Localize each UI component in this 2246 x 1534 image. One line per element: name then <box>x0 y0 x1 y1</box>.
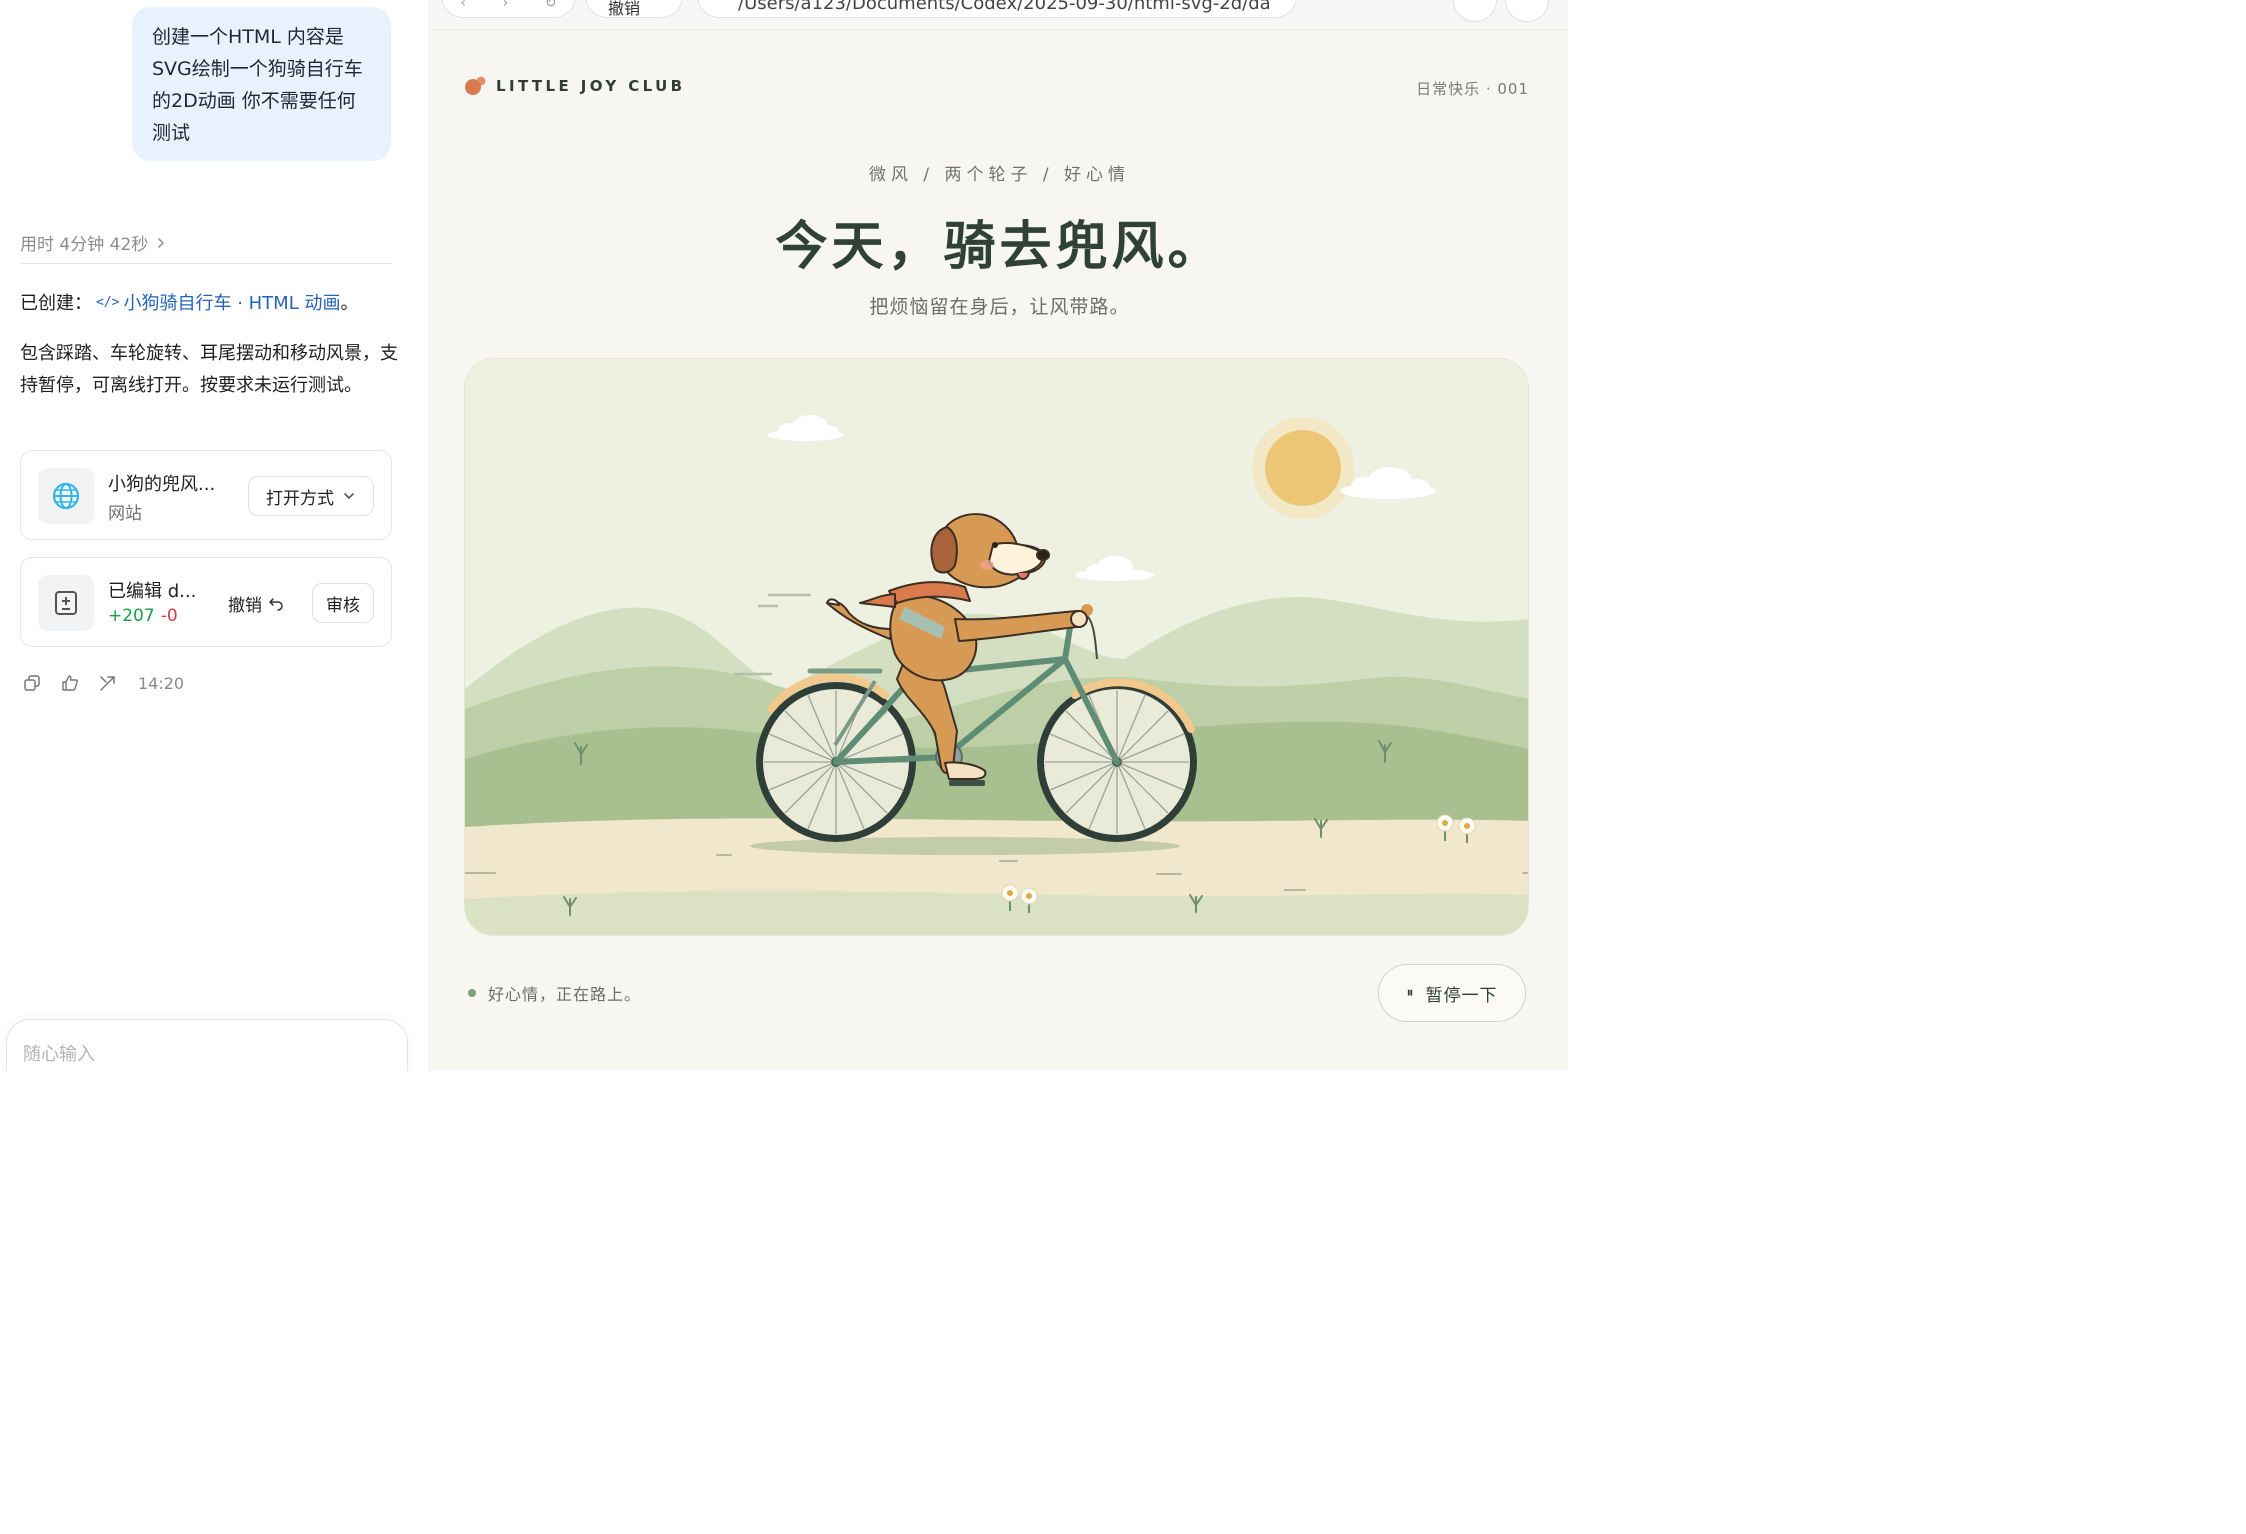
globe-icon <box>52 482 80 510</box>
user-message: 创建一个HTML 内容是SVG绘制一个狗骑自行车的2D动画 你不需要任何测试 <box>132 7 391 161</box>
reload-icon[interactable]: ↻ <box>545 0 557 11</box>
created-link-label: 小狗骑自行车 · HTML 动画 <box>123 293 341 314</box>
message-time: 14:20 <box>138 673 185 693</box>
more-button[interactable] <box>1505 0 1549 22</box>
issue-label: 日常快乐 · 001 <box>1416 80 1529 98</box>
brand-name: LITTLE JOY CLUB <box>496 77 686 95</box>
created-suffix: 。 <box>340 293 359 314</box>
review-button[interactable]: 审核 <box>312 583 374 623</box>
site-card-subtitle: 网站 <box>108 504 142 524</box>
chevron-down-icon <box>344 493 354 500</box>
preview-pane: ‹ › ↻ 撤销 /Users/a123/Documents/Codex/202… <box>431 0 1568 1071</box>
site-card[interactable]: 小狗的兜风... 网站 打开方式 <box>20 450 392 540</box>
copy-icon <box>24 675 40 691</box>
assistant-description: 包含踩踏、车轮旋转、耳尾摆动和移动风景，支持暂停，可离线打开。按要求未运行测试。 <box>20 343 398 396</box>
undo-icon <box>268 598 283 611</box>
status-line: 好心情，正在路上。 <box>468 981 641 1005</box>
branch-icon <box>100 676 115 691</box>
page-subtitle: 把烦恼留在身后，让风带路。 <box>869 296 1130 318</box>
pause-icon: ⏸ <box>1406 985 1414 1001</box>
site-card-title: 小狗的兜风... <box>108 474 216 495</box>
lines-added: +207 <box>108 606 155 626</box>
nav-buttons[interactable]: ‹ › ↻ <box>441 0 576 18</box>
undo-label: 撤销 <box>228 595 262 616</box>
foreground-grass <box>465 891 1528 935</box>
message-actions: 14:20 <box>22 673 184 693</box>
feedback-button[interactable] <box>60 673 80 693</box>
elapsed-toggle[interactable]: 用时 4分钟 42秒 <box>20 230 392 264</box>
diff-stats: +207 -0 <box>108 606 178 626</box>
status-dot-icon <box>468 989 476 997</box>
tagline: 微风 / 两个轮子 / 好心情 <box>868 165 1131 185</box>
composer[interactable] <box>6 1019 408 1071</box>
brand: LITTLE JOY CLUB <box>464 76 686 96</box>
scene-svg <box>465 359 1528 935</box>
created-prefix: 已创建： <box>20 293 92 314</box>
open-with-button[interactable]: 打开方式 <box>248 476 374 516</box>
address-bar[interactable]: /Users/a123/Documents/Codex/2025-09-30/h… <box>697 0 1297 18</box>
diff-file-icon <box>55 591 77 615</box>
created-file-link[interactable]: </> 小狗骑自行车 · HTML 动画 <box>96 289 340 315</box>
sun <box>1252 417 1354 519</box>
message-input[interactable] <box>23 1040 383 1068</box>
browser-undo-button[interactable]: 撤销 <box>585 0 683 18</box>
elapsed-label: 用时 4分钟 42秒 <box>20 235 149 255</box>
fork-button[interactable] <box>98 673 118 693</box>
lines-removed: -0 <box>160 606 178 626</box>
brand-logo-icon <box>465 76 486 95</box>
pedal <box>949 780 985 786</box>
status-text: 好心情，正在路上。 <box>488 985 642 1004</box>
settings-button[interactable] <box>1453 0 1497 22</box>
animation-scene <box>464 358 1529 936</box>
edit-card[interactable]: 已编辑 d... +207 -0 撤销 审核 <box>20 557 392 647</box>
chat-panel: 创建一个HTML 内容是SVG绘制一个狗骑自行车的2D动画 你不需要任何测试 用… <box>0 0 430 1071</box>
code-icon: </> <box>96 294 120 310</box>
back-icon[interactable]: ‹ <box>460 0 466 11</box>
open-with-label: 打开方式 <box>266 488 334 509</box>
forward-icon[interactable]: › <box>503 0 509 11</box>
undo-button[interactable]: 撤销 <box>228 583 296 623</box>
created-line: 已创建： </> 小狗骑自行车 · HTML 动画 。 <box>20 289 358 315</box>
pause-label: 暂停一下 <box>1425 985 1498 1006</box>
chevron-right-icon <box>158 237 165 248</box>
thumbs-icon <box>62 675 78 691</box>
page-title: 今天，骑去兜风。 <box>775 217 1224 277</box>
pause-button[interactable]: ⏸ 暂停一下 <box>1378 964 1526 1022</box>
site-icon-tile <box>38 468 94 524</box>
browser-toolbar: ‹ › ↻ 撤销 /Users/a123/Documents/Codex/202… <box>431 0 1568 30</box>
edit-icon-tile <box>38 575 94 631</box>
dog-front-paw <box>1070 610 1088 628</box>
copy-button[interactable] <box>22 673 42 693</box>
edit-card-title: 已编辑 d... <box>108 581 197 602</box>
